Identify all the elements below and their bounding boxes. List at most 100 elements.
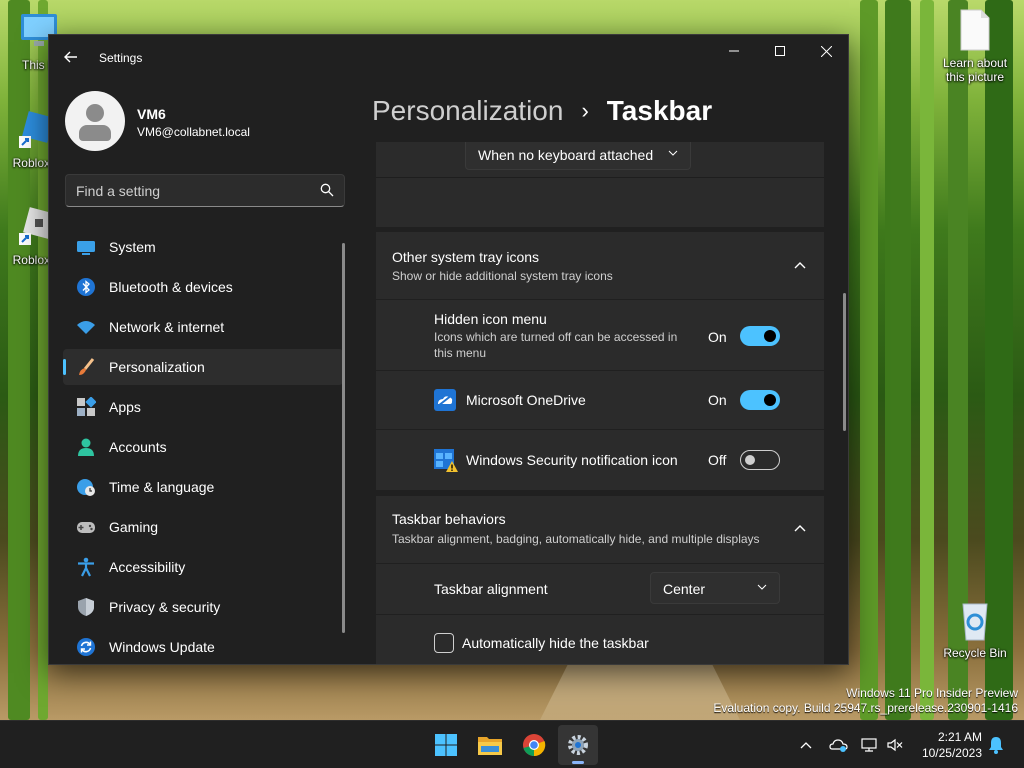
chevron-down-icon	[668, 150, 678, 156]
profile-email: VM6@collabnet.local	[137, 125, 250, 139]
tray-volume[interactable]	[884, 721, 906, 768]
windows-security-row: Windows Security notification icon Off	[376, 430, 824, 490]
hidden-icon-menu-toggle[interactable]	[740, 326, 780, 346]
autohide-row: Automatically hide the taskbar	[376, 615, 824, 664]
taskbar-chrome[interactable]	[514, 725, 554, 765]
desktop-icon-label: Learn about this picture	[942, 56, 1008, 84]
page-title: Taskbar	[606, 95, 713, 126]
search-icon[interactable]	[320, 183, 334, 197]
globe-clock-icon	[77, 479, 95, 496]
toggle-state-label: On	[708, 329, 727, 345]
windows-security-icon	[434, 449, 458, 472]
taskbar-alignment-dropdown[interactable]: Center	[650, 572, 780, 604]
desktop-icon-recycle-bin[interactable]: Recycle Bin	[938, 598, 1012, 660]
chevron-down-icon	[757, 584, 767, 590]
breadcrumb-parent[interactable]: Personalization	[372, 95, 563, 127]
sidebar-item-network[interactable]: Network & internet	[63, 309, 343, 345]
sidebar-item-label: Accounts	[109, 439, 167, 455]
windows-security-toggle[interactable]	[740, 450, 780, 470]
tray-onedrive[interactable]	[828, 721, 850, 768]
taskbar: 2:21 AM 10/25/2023	[0, 720, 1024, 768]
section-subtitle: Show or hide additional system tray icon…	[392, 269, 613, 283]
taskbar-file-explorer[interactable]	[470, 725, 510, 765]
user-profile[interactable]: VM6 VM6@collabnet.local	[65, 91, 345, 151]
settings-icon	[568, 735, 588, 755]
close-button[interactable]	[803, 35, 848, 67]
maximize-button[interactable]	[757, 35, 803, 67]
sidebar-item-label: System	[109, 239, 156, 255]
touch-keyboard-card: When no keyboard attached	[376, 142, 824, 227]
sidebar-item-gaming[interactable]: Gaming	[63, 509, 343, 545]
setting-title: Automatically hide the taskbar	[462, 635, 649, 651]
sidebar-item-accounts[interactable]: Accounts	[63, 429, 343, 465]
onedrive-toggle[interactable]	[740, 390, 780, 410]
bamboo-stalk	[860, 0, 878, 720]
shield-icon	[78, 598, 94, 616]
chrome-icon	[523, 734, 546, 757]
setting-title: Windows Security notification icon	[466, 452, 678, 468]
other-tray-icons-header[interactable]: Other system tray icons Show or hide add…	[376, 232, 824, 299]
maximize-icon	[775, 46, 785, 56]
sidebar-scrollbar[interactable]	[342, 243, 345, 633]
sidebar-item-label: Gaming	[109, 519, 159, 535]
notification-button[interactable]	[984, 721, 1008, 768]
system-icon	[77, 241, 95, 255]
chevron-up-icon[interactable]	[794, 261, 806, 269]
minimize-button[interactable]	[711, 35, 757, 67]
window-title: Settings	[99, 51, 143, 65]
desktop-icon-learn-about-picture[interactable]: Learn about this picture	[938, 8, 1012, 84]
accessibility-icon	[78, 557, 94, 577]
watermark-line1: Windows 11 Pro Insider Preview	[846, 686, 1018, 700]
sidebar-item-apps[interactable]: Apps	[63, 389, 343, 425]
search-placeholder: Find a setting	[76, 183, 161, 199]
taskbar-behaviors-header[interactable]: Taskbar behaviors Taskbar alignment, bad…	[376, 496, 824, 563]
setting-description: Icons which are turned off can be access…	[434, 330, 678, 360]
onedrive-icon	[434, 389, 456, 411]
sidebar-item-system[interactable]: System	[63, 229, 343, 265]
recycle-bin-icon	[955, 598, 995, 642]
close-icon	[820, 45, 832, 57]
taskbar-settings[interactable]	[558, 725, 598, 765]
clock-time: 2:21 AM	[937, 730, 982, 744]
clock-date: 10/25/2023	[921, 746, 982, 760]
toggle-state-label: On	[708, 392, 727, 408]
accounts-icon	[78, 438, 94, 456]
evaluation-watermark: Windows 11 Pro Insider Preview Evaluatio…	[713, 686, 1018, 716]
profile-name: VM6	[137, 106, 166, 122]
sidebar-item-time-language[interactable]: Time & language	[63, 469, 343, 505]
sidebar-item-personalization[interactable]: Personalization	[63, 349, 343, 385]
wifi-icon	[77, 321, 95, 334]
dropdown-value: When no keyboard attached	[478, 147, 654, 163]
breadcrumb: Personalization › Taskbar	[372, 91, 712, 131]
sidebar-item-privacy-security[interactable]: Privacy & security	[63, 589, 343, 625]
sidebar-item-accessibility[interactable]: Accessibility	[63, 549, 343, 585]
sidebar-item-bluetooth[interactable]: Bluetooth & devices	[63, 269, 343, 305]
autohide-checkbox[interactable]	[434, 633, 454, 653]
setting-title: Taskbar alignment	[434, 581, 548, 597]
chevron-up-icon	[800, 742, 812, 749]
search-input[interactable]: Find a setting	[65, 174, 345, 207]
onedrive-row: Microsoft OneDrive On	[376, 371, 824, 429]
show-hidden-icons-button[interactable]	[796, 721, 816, 768]
taskbar-alignment-row: Taskbar alignment Center	[376, 564, 824, 614]
content-scrollbar[interactable]	[843, 293, 846, 431]
title-bar[interactable]: Settings	[49, 35, 848, 81]
tray-network[interactable]	[858, 721, 880, 768]
start-button[interactable]	[426, 725, 466, 765]
sidebar-item-label: Bluetooth & devices	[109, 279, 233, 295]
apps-icon	[77, 397, 96, 416]
back-arrow-icon[interactable]	[63, 49, 83, 69]
file-explorer-icon	[478, 737, 502, 755]
sidebar-item-label: Time & language	[109, 479, 215, 495]
brush-icon	[79, 358, 95, 375]
section-subtitle: Taskbar alignment, badging, automaticall…	[392, 532, 760, 546]
chevron-up-icon[interactable]	[794, 524, 806, 532]
taskbar-clock[interactable]: 2:21 AM 10/25/2023	[922, 729, 982, 761]
settings-window: Settings VM6 VM6@collabnet.local Find a …	[48, 34, 849, 665]
section-title: Taskbar behaviors	[392, 511, 506, 527]
touch-keyboard-dropdown[interactable]: When no keyboard attached	[465, 142, 691, 170]
watermark-line2: Evaluation copy. Build 25947.rs_prerelea…	[713, 701, 1018, 715]
sidebar-item-windows-update[interactable]: Windows Update	[63, 629, 343, 664]
avatar	[65, 91, 125, 151]
dropdown-value: Center	[663, 581, 706, 597]
